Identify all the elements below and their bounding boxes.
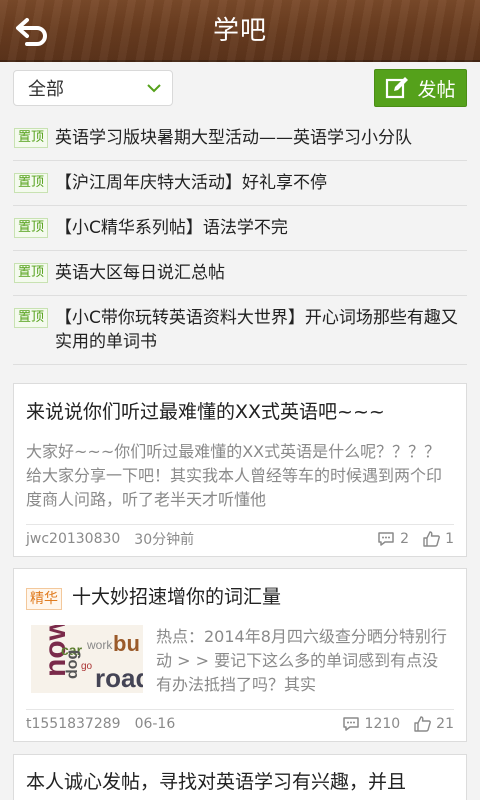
- thumbs-up-icon: [414, 715, 432, 732]
- comment-icon: [378, 531, 394, 546]
- pinned-tag: 置顶: [14, 263, 49, 283]
- post-meta: jwc20130830 30分钟前 2 1: [26, 524, 454, 548]
- pinned-post-title: 【小C带你玩转英语资料大世界】开心词场那些有趣又实用的单词书: [55, 308, 458, 352]
- pinned-post-item[interactable]: 置顶 英语学习版块暑期大型活动——英语学习小分队: [13, 116, 467, 161]
- pinned-tag: 置顶: [14, 128, 49, 148]
- post-title: 来说说你们听过最难懂的XX式英语吧~~~: [26, 401, 385, 423]
- pinned-posts-list: 置顶 英语学习版块暑期大型活动——英语学习小分队 置顶 【沪江周年庆特大活动】好…: [13, 116, 467, 365]
- new-post-label: 发帖: [417, 78, 456, 101]
- category-dropdown[interactable]: 全部: [13, 70, 173, 106]
- page-title: 学吧: [212, 16, 267, 46]
- pinned-post-title: 英语大区每日说汇总帖: [55, 263, 226, 283]
- pinned-post-title: 【小C精华系列帖】语法学不完: [55, 218, 288, 238]
- pinned-post-item[interactable]: 置顶 【沪江周年庆特大活动】好礼享不停: [13, 161, 467, 206]
- post-title: 十大妙招速增你的词汇量: [72, 586, 282, 608]
- pinned-post-item[interactable]: 置顶 【小C带你玩转英语资料大世界】开心词场那些有趣又实用的单词书: [13, 296, 467, 365]
- post-card[interactable]: 来说说你们听过最难懂的XX式英语吧~~~ 大家好~~~你们听过最难懂的XX式英语…: [13, 383, 467, 557]
- post-excerpt: 大家好~~~你们听过最难懂的XX式英语是什么呢？？？？给大家分享一下吧！其实我本…: [26, 442, 443, 509]
- pinned-tag: 置顶: [14, 218, 49, 238]
- comment-count: 2: [377, 531, 409, 547]
- like-count: 1: [423, 531, 454, 547]
- category-dropdown-value: 全部: [28, 79, 64, 100]
- pinned-tag: 置顶: [14, 173, 49, 193]
- comment-count: 1210: [342, 715, 401, 732]
- essence-tag: 精华: [26, 588, 62, 610]
- chevron-down-icon: [147, 84, 161, 93]
- post-meta: t1551837289 06-16 1210 21: [26, 709, 454, 733]
- pinned-post-item[interactable]: 置顶 英语大区每日说汇总帖: [13, 251, 467, 296]
- svg-text:work: work: [86, 638, 113, 652]
- pinned-post-item[interactable]: 置顶 【小C精华系列帖】语法学不完: [13, 206, 467, 251]
- comment-count-value: 2: [400, 530, 410, 547]
- pinned-post-title: 英语学习版块暑期大型活动——英语学习小分队: [55, 128, 413, 148]
- comment-icon: [342, 716, 359, 731]
- svg-text:bu: bu: [113, 631, 140, 656]
- post-thumbnail: now car dog work road bu go: [31, 625, 143, 693]
- pinned-post-title: 【沪江周年庆特大活动】好礼享不停: [55, 173, 328, 193]
- post-card[interactable]: 本人诚心发帖，寻找对英语学习有兴趣，并且: [13, 754, 467, 800]
- svg-text:go: go: [81, 661, 93, 672]
- top-bar: 学吧: [0, 0, 480, 62]
- post-time: 06-16: [134, 715, 176, 732]
- post-card[interactable]: 精华 十大妙招速增你的词汇量 now car dog work road bu …: [13, 568, 467, 742]
- like-count-value: 21: [436, 715, 454, 732]
- new-post-button[interactable]: 发帖: [374, 69, 467, 107]
- thumbs-up-icon: [423, 530, 440, 547]
- pinned-tag: 置顶: [14, 308, 49, 328]
- post-author: t1551837289: [26, 715, 121, 732]
- post-author: jwc20130830: [26, 530, 121, 547]
- comment-count-value: 1210: [364, 715, 401, 732]
- post-title: 本人诚心发帖，寻找对英语学习有兴趣，并且: [26, 771, 407, 793]
- word-cloud-image: now car dog work road bu go: [31, 625, 143, 693]
- filter-row: 全部 发帖: [0, 62, 480, 114]
- post-time: 30分钟前: [134, 531, 195, 548]
- like-count: 21: [414, 716, 454, 732]
- svg-text:road: road: [95, 663, 143, 693]
- like-count-value: 1: [445, 530, 454, 547]
- svg-text:dog: dog: [64, 650, 81, 679]
- edit-icon: [386, 77, 409, 99]
- post-excerpt: 热点：2014年8月四六级查分晒分特别行动 > > 要记下这么多的单词感到有点没…: [156, 627, 447, 694]
